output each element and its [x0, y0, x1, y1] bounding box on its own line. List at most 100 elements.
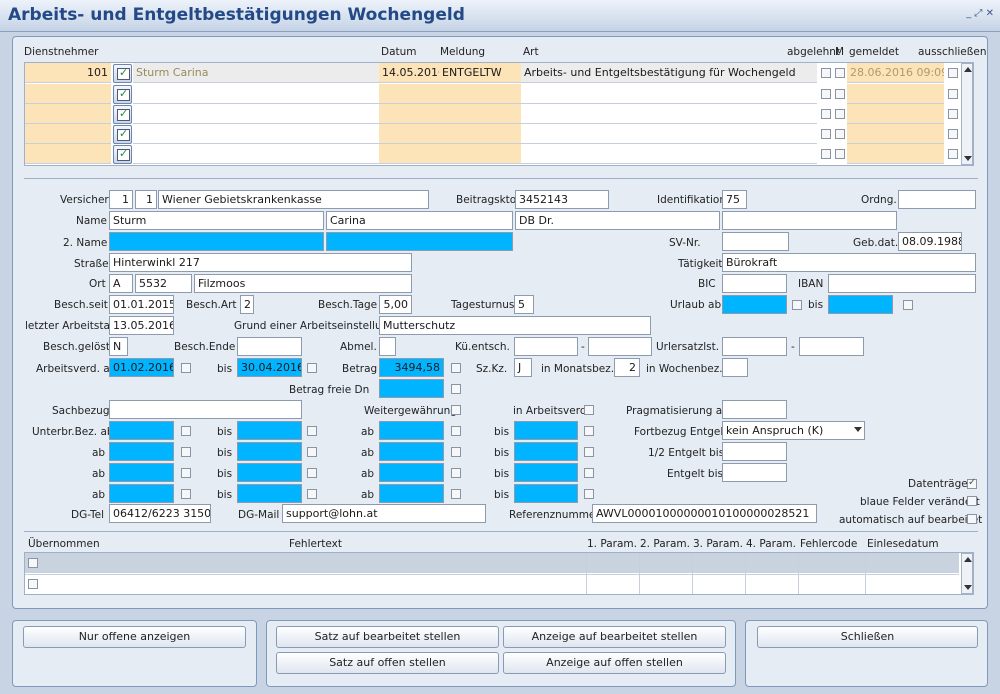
- table-row-art[interactable]: [521, 124, 817, 144]
- beschart-field[interactable]: 2: [240, 295, 254, 314]
- unterbr-bis-checkbox[interactable]: [307, 489, 317, 499]
- unterbr-bis-checkbox[interactable]: [307, 426, 317, 436]
- ausschliessen-checkbox[interactable]: [948, 68, 958, 78]
- gebdat-field[interactable]: 08.09.1988: [898, 232, 962, 251]
- table-row-name[interactable]: [133, 124, 379, 144]
- sachbezug-field[interactable]: [109, 400, 302, 419]
- abgelehnt-checkbox[interactable]: [821, 129, 831, 139]
- land-field[interactable]: A: [109, 274, 133, 293]
- urlaubab-checkbox[interactable]: [792, 300, 802, 310]
- m-checkbox[interactable]: [835, 89, 845, 99]
- unterbr-ab-checkbox[interactable]: [181, 468, 191, 478]
- ausschliessen-checkbox[interactable]: [948, 149, 958, 159]
- plz-field[interactable]: 5532: [135, 274, 192, 293]
- dgtel-field[interactable]: 06412/6223 3150: [109, 504, 211, 523]
- referenznummer-field[interactable]: AWVL00001000000010100000028521: [592, 504, 817, 523]
- szkz-field[interactable]: J: [514, 358, 532, 377]
- table-row-datum[interactable]: [379, 124, 439, 144]
- m-checkbox[interactable]: [835, 149, 845, 159]
- table-row[interactable]: [25, 553, 959, 573]
- ort-field[interactable]: Filzmoos: [194, 274, 412, 293]
- letzterarbeitstag-field[interactable]: 13.05.2016: [109, 316, 174, 335]
- unterbr-bis2-checkbox[interactable]: [584, 426, 594, 436]
- datentraeger-checkbox[interactable]: [967, 477, 977, 489]
- urlaubbis-field[interactable]: [828, 295, 893, 314]
- scroll-down-icon[interactable]: [964, 156, 972, 161]
- kuentsch-von-field[interactable]: [514, 337, 578, 356]
- uebernommen-checkbox[interactable]: [28, 558, 38, 568]
- unterbr-bis-checkbox[interactable]: [307, 447, 317, 457]
- iban-field[interactable]: [828, 274, 976, 293]
- blauefelder-checkbox[interactable]: [967, 496, 977, 506]
- unterbr-bis2-field[interactable]: [514, 442, 578, 461]
- confirm-icon[interactable]: [113, 105, 132, 124]
- identifikation-field[interactable]: 75: [722, 190, 747, 209]
- monatsbez-field[interactable]: 2: [614, 358, 640, 377]
- halbentgelt-field[interactable]: [722, 442, 787, 461]
- table-row-nr[interactable]: [25, 84, 111, 104]
- table-row-name[interactable]: [133, 144, 379, 164]
- ausschliessen-checkbox[interactable]: [948, 129, 958, 139]
- table-row-meldung[interactable]: [439, 144, 521, 164]
- unterbr-bis-checkbox[interactable]: [307, 468, 317, 478]
- table-row-name[interactable]: Sturm Carina: [133, 63, 379, 83]
- versicherung-1-field[interactable]: 1: [109, 190, 133, 209]
- abgelehnt-checkbox[interactable]: [821, 109, 831, 119]
- table-row-art[interactable]: Arbeits- und Entgeltsbestätigung für Woc…: [521, 63, 817, 83]
- unterbr-ab-checkbox[interactable]: [181, 426, 191, 436]
- table-row-datum[interactable]: [379, 144, 439, 164]
- unterbr-bis2-field[interactable]: [514, 484, 578, 503]
- confirm-icon[interactable]: [113, 85, 132, 104]
- beschende-field[interactable]: [237, 337, 302, 356]
- titel2-field[interactable]: [722, 211, 897, 230]
- table-row-gemeldet[interactable]: 28.06.2016 09:09: [847, 63, 944, 83]
- satz-bearbeitet-button[interactable]: Satz auf bearbeitet stellen: [276, 626, 499, 648]
- m-checkbox[interactable]: [835, 68, 845, 78]
- abgelehnt-checkbox[interactable]: [821, 89, 831, 99]
- schliessen-button[interactable]: Schließen: [757, 626, 978, 648]
- window-controls[interactable]: _ ⤢ ✕: [966, 8, 994, 19]
- nachname-field[interactable]: Sturm: [109, 211, 324, 230]
- unterbr-ab2-field[interactable]: [379, 463, 444, 482]
- table-row-meldung[interactable]: [439, 124, 521, 144]
- table-row[interactable]: [25, 574, 959, 594]
- scroll-up-icon[interactable]: [964, 557, 972, 562]
- chevron-down-icon[interactable]: [854, 427, 862, 432]
- table-row-name[interactable]: [133, 104, 379, 124]
- beschtage-field[interactable]: 5,00: [379, 295, 412, 314]
- arbeitsverdab-field[interactable]: 01.02.2016: [109, 358, 174, 377]
- taetigkeit-field[interactable]: Bürokraft: [722, 253, 976, 272]
- urlaubbis-checkbox[interactable]: [903, 300, 913, 310]
- table-row-gemeldet[interactable]: [847, 124, 944, 144]
- table-row-datum[interactable]: [379, 104, 439, 124]
- ordng-field[interactable]: [898, 190, 976, 209]
- table-row-nr[interactable]: [25, 104, 111, 124]
- unterbr-bis2-field[interactable]: [514, 463, 578, 482]
- titel-field[interactable]: DB Dr.: [515, 211, 720, 230]
- scroll-down-icon[interactable]: [964, 585, 972, 590]
- unterbr-bis2-checkbox[interactable]: [584, 468, 594, 478]
- name2-nachname-field[interactable]: [109, 232, 324, 251]
- unterbr-ab2-field[interactable]: [379, 442, 444, 461]
- satz-offen-button[interactable]: Satz auf offen stellen: [276, 652, 499, 674]
- unterbr-bis2-checkbox[interactable]: [584, 447, 594, 457]
- tagesturnus-field[interactable]: 5: [514, 295, 534, 314]
- pragmatisierung-field[interactable]: [722, 400, 787, 419]
- urlaubab-field[interactable]: [722, 295, 787, 314]
- unterbr-ab-field[interactable]: [109, 421, 174, 440]
- grund-field[interactable]: Mutterschutz: [379, 316, 651, 335]
- nur-offene-button[interactable]: Nur offene anzeigen: [23, 626, 246, 648]
- m-checkbox[interactable]: [835, 109, 845, 119]
- unterbr-ab2-checkbox[interactable]: [451, 447, 461, 457]
- unterbr-ab-field[interactable]: [109, 442, 174, 461]
- betrag-checkbox[interactable]: [451, 363, 461, 373]
- entgeltbis-field[interactable]: [722, 463, 787, 482]
- arbeitsverdbis-checkbox[interactable]: [307, 363, 317, 373]
- betrag-field[interactable]: 3494,58: [379, 358, 444, 377]
- inarbeitsverd-checkbox[interactable]: [584, 405, 594, 415]
- confirm-icon[interactable]: [113, 125, 132, 144]
- table-row-gemeldet[interactable]: [847, 84, 944, 104]
- table-row-gemeldet[interactable]: [847, 144, 944, 164]
- unterbr-ab2-field[interactable]: [379, 421, 444, 440]
- urlersatz-bis-field[interactable]: [799, 337, 864, 356]
